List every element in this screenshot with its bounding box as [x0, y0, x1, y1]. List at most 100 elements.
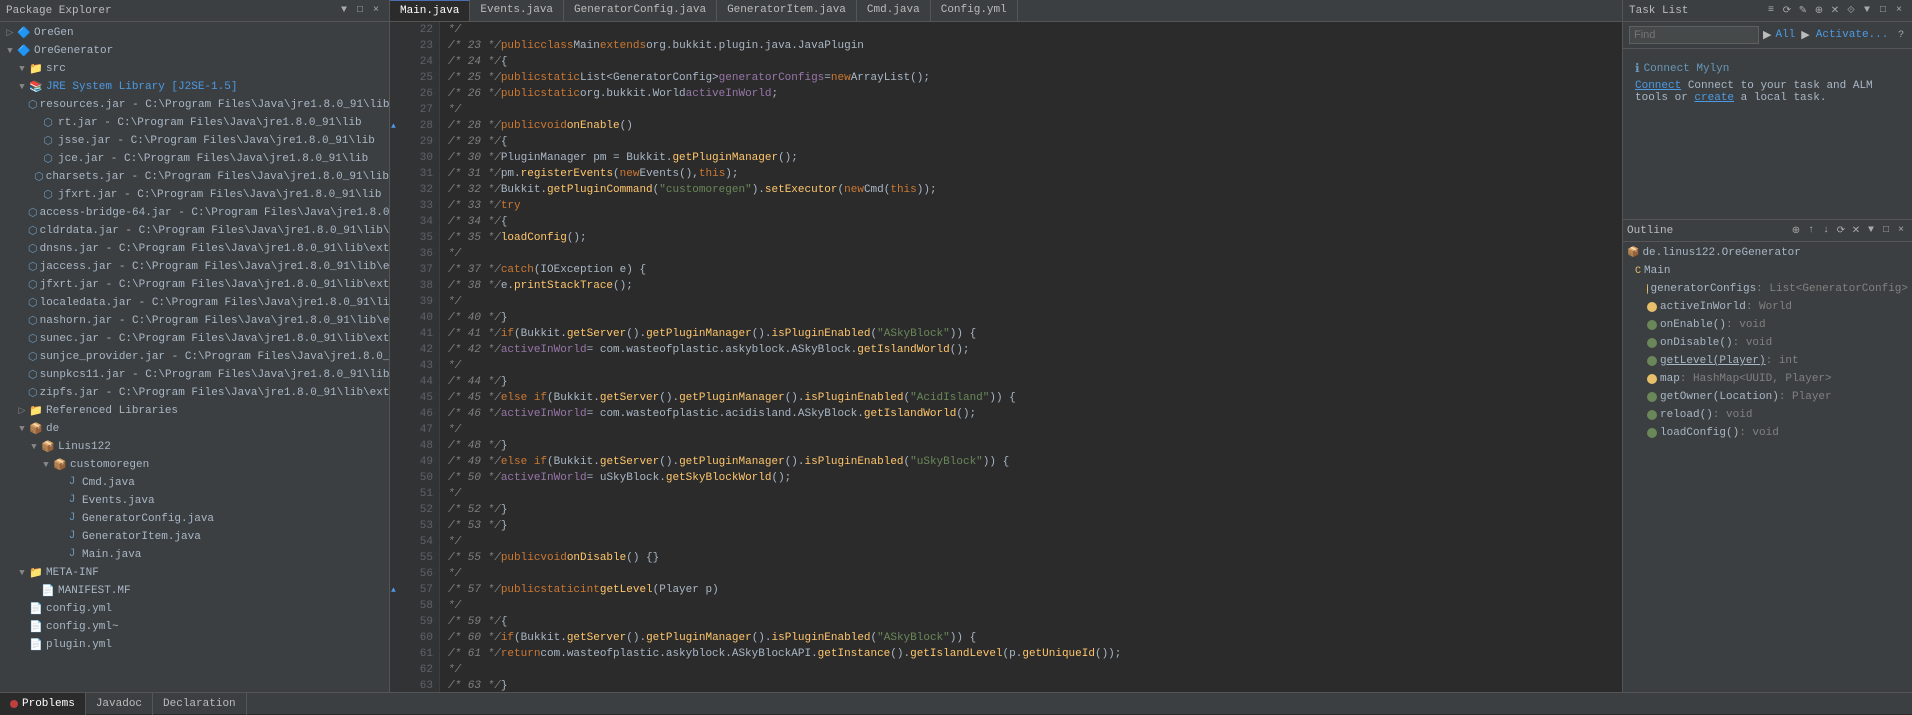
tree-item-charsets-jar[interactable]: ⬡ charsets.jar - C:\Program Files\Java\j…: [0, 168, 389, 186]
tree-item-oregenerator[interactable]: ▼ 🔷 OreGenerator: [0, 42, 389, 60]
outline-item-on-enable[interactable]: onEnable() : void: [1623, 316, 1912, 334]
outline-item-map[interactable]: map : HashMap<UUID, Player>: [1623, 370, 1912, 388]
task-icon7[interactable]: ▼: [1860, 4, 1874, 18]
tree-label: OreGen: [34, 27, 74, 39]
tab-generatorconfig-java[interactable]: GeneratorConfig.java: [564, 0, 717, 21]
outline-icon1[interactable]: ⊕: [1789, 224, 1803, 238]
yaml-icon: 📄: [28, 602, 44, 616]
tab-config-yml[interactable]: Config.yml: [931, 0, 1018, 21]
line-number-53: 53: [390, 518, 439, 534]
tab-problems[interactable]: Problems: [0, 693, 86, 715]
tree-item-events-java[interactable]: J Events.java: [0, 492, 389, 510]
outline-icon4[interactable]: ⟳: [1834, 224, 1848, 238]
task-icon9[interactable]: ×: [1892, 4, 1906, 18]
maximize-icon[interactable]: □: [353, 4, 367, 18]
tree-item-localedata-jar[interactable]: ⬡ localedata.jar - C:\Program Files\Java…: [0, 294, 389, 312]
method-icon: [1647, 356, 1657, 366]
mylyn-create-link[interactable]: create: [1694, 92, 1734, 104]
tree-label: JRE System Library [J2SE-1.5]: [46, 81, 237, 93]
tab-events-java[interactable]: Events.java: [470, 0, 564, 21]
outline-icon8[interactable]: ×: [1894, 224, 1908, 238]
close-icon[interactable]: ×: [369, 4, 383, 18]
tree-item-main-java[interactable]: J Main.java: [0, 546, 389, 564]
task-icon6[interactable]: ⟐: [1844, 4, 1858, 18]
outline-icon7[interactable]: □: [1879, 224, 1893, 238]
outline-item-reload[interactable]: reload() : void: [1623, 406, 1912, 424]
tree-item-jre[interactable]: ▼ 📚 JRE System Library [J2SE-1.5]: [0, 78, 389, 96]
line-number-48: 48: [390, 438, 439, 454]
tree-item-plugin-yml[interactable]: 📄 plugin.yml: [0, 636, 389, 654]
tab-declaration[interactable]: Declaration: [153, 693, 247, 715]
tree-item-jaccess-jar[interactable]: ⬡ jaccess.jar - C:\Program Files\Java\jr…: [0, 258, 389, 276]
code-line-59: /* 59 */ {: [440, 614, 1622, 630]
tree-label: resources.jar - C:\Program Files\Java\jr…: [40, 99, 389, 111]
tree-item-jsse-jar[interactable]: ⬡ jsse.jar - C:\Program Files\Java\jre1.…: [0, 132, 389, 150]
tree-item-resources-jar[interactable]: ⬡ resources.jar - C:\Program Files\Java\…: [0, 96, 389, 114]
tree-item-config-yml-tilde[interactable]: 📄 config.yml~: [0, 618, 389, 636]
tree-item-dnsns-jar[interactable]: ⬡ dnsns.jar - C:\Program Files\Java\jre1…: [0, 240, 389, 258]
mylyn-connect-link[interactable]: Connect: [1635, 80, 1681, 92]
tree-item-rt-jar[interactable]: ⬡ rt.jar - C:\Program Files\Java\jre1.8.…: [0, 114, 389, 132]
outline-item-package[interactable]: 📦 de.linus122.OreGenerator: [1623, 244, 1912, 262]
task-icon5[interactable]: ✕: [1828, 4, 1842, 18]
code-line-54: */: [440, 534, 1622, 550]
outline-icon2[interactable]: ↑: [1804, 224, 1818, 238]
activate-link[interactable]: Activate...: [1816, 29, 1889, 41]
outline-item-on-disable[interactable]: onDisable() : void: [1623, 334, 1912, 352]
tree-item-zipfs-jar[interactable]: ⬡ zipfs.jar - C:\Program Files\Java\jre1…: [0, 384, 389, 402]
method-icon: [1647, 320, 1657, 330]
task-icon4[interactable]: ⊕: [1812, 4, 1826, 18]
tree-item-de[interactable]: ▼ 📦 de: [0, 420, 389, 438]
mylyn-desc-end: a local task.: [1741, 92, 1827, 104]
help-icon[interactable]: ?: [1896, 28, 1906, 42]
code-editor[interactable]: *//* 23 */ public class Main extends org…: [440, 22, 1622, 692]
outline-icon3[interactable]: ↓: [1819, 224, 1833, 238]
tree-item-nashorn-jar[interactable]: ⬡ nashorn.jar - C:\Program Files\Java\jr…: [0, 312, 389, 330]
task-search-input[interactable]: [1629, 26, 1759, 44]
tree-item-cldrdata-jar[interactable]: ⬡ cldrdata.jar - C:\Program Files\Java\j…: [0, 222, 389, 240]
task-icon3[interactable]: ✎: [1796, 4, 1810, 18]
tree-label: GeneratorConfig.java: [82, 513, 214, 525]
tree-label: src: [46, 63, 66, 75]
tree-item-oregen[interactable]: ▷ 🔷 OreGen: [0, 24, 389, 42]
outline-item-generator-configs[interactable]: generatorConfigs : List<GeneratorConfig>: [1623, 280, 1912, 298]
tree-item-generatorconfig-java[interactable]: J GeneratorConfig.java: [0, 510, 389, 528]
outline-item-get-owner[interactable]: getOwner(Location) : Player: [1623, 388, 1912, 406]
tree-item-customoregen[interactable]: ▼ 📦 customoregen: [0, 456, 389, 474]
tree-item-manifest[interactable]: 📄 MANIFEST.MF: [0, 582, 389, 600]
tab-main-java[interactable]: Main.java: [390, 0, 470, 21]
task-list-header: Task List ≡ ⟳ ✎ ⊕ ✕ ⟐ ▼ □ ×: [1623, 0, 1912, 22]
tree-item-sunjce-jar[interactable]: ⬡ sunjce_provider.jar - C:\Program Files…: [0, 348, 389, 366]
outline-item-load-config[interactable]: loadConfig() : void: [1623, 424, 1912, 442]
tree-item-metainf[interactable]: ▼ 📁 META-INF: [0, 564, 389, 582]
tree-item-sunpkcs-jar[interactable]: ⬡ sunpkcs11.jar - C:\Program Files\Java\…: [0, 366, 389, 384]
outline-item-active-in-world[interactable]: activeInWorld : World: [1623, 298, 1912, 316]
tree-item-generatoritem-java[interactable]: J GeneratorItem.java: [0, 528, 389, 546]
task-icon8[interactable]: □: [1876, 4, 1890, 18]
tab-javadoc[interactable]: Javadoc: [86, 693, 153, 715]
minimize-icon[interactable]: ▼: [337, 4, 351, 18]
tree-item-access-bridge-jar[interactable]: ⬡ access-bridge-64.jar - C:\Program File…: [0, 204, 389, 222]
tree-item-linus122[interactable]: ▼ 📦 Linus122: [0, 438, 389, 456]
outline-item-class-main[interactable]: C Main: [1623, 262, 1912, 280]
search-all-link[interactable]: All: [1775, 29, 1795, 41]
outline-icon6[interactable]: ▼: [1864, 224, 1878, 238]
tree-item-cmd-java[interactable]: J Cmd.java: [0, 474, 389, 492]
task-icon1[interactable]: ≡: [1764, 4, 1778, 18]
outline-icon5[interactable]: ✕: [1849, 224, 1863, 238]
task-icon2[interactable]: ⟳: [1780, 4, 1794, 18]
tab-cmd-java[interactable]: Cmd.java: [857, 0, 931, 21]
tree-item-jce-jar[interactable]: ⬡ jce.jar - C:\Program Files\Java\jre1.8…: [0, 150, 389, 168]
task-list-title: Task List: [1629, 5, 1688, 17]
tree-item-config-yml[interactable]: 📄 config.yml: [0, 600, 389, 618]
outline-item-get-level[interactable]: getLevel(Player) : int: [1623, 352, 1912, 370]
tree-item-ref-libs[interactable]: ▷ 📁 Referenced Libraries: [0, 402, 389, 420]
tree-item-sunec-jar[interactable]: ⬡ sunec.jar - C:\Program Files\Java\jre1…: [0, 330, 389, 348]
tab-generatoritem-java[interactable]: GeneratorItem.java: [717, 0, 857, 21]
line-number-62: 62: [390, 662, 439, 678]
tree-item-src[interactable]: ▼ 📁 src: [0, 60, 389, 78]
code-line-47: */: [440, 422, 1622, 438]
tree-item-jfxrt2-jar[interactable]: ⬡ jfxrt.jar - C:\Program Files\Java\jre1…: [0, 276, 389, 294]
tree-label: localedata.jar - C:\Program Files\Java\j…: [40, 297, 389, 309]
tree-item-jfxrt-jar[interactable]: ⬡ jfxrt.jar - C:\Program Files\Java\jre1…: [0, 186, 389, 204]
